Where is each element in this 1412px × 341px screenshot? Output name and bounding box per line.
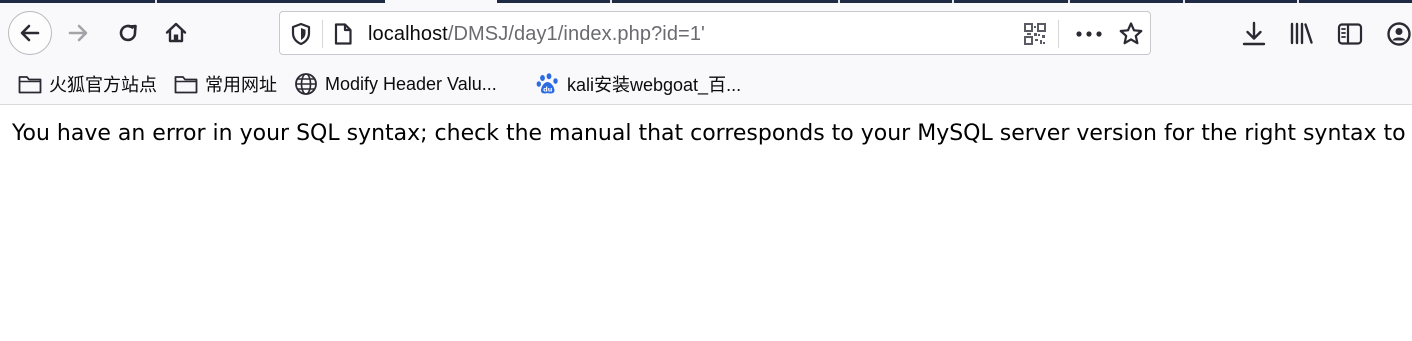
sql-error-message: You have an error in your SQL syntax; ch…	[12, 121, 1412, 146]
reload-icon	[119, 24, 137, 42]
account-icon[interactable]	[1386, 21, 1412, 47]
arrow-right-icon	[68, 24, 88, 42]
url-divider	[1058, 20, 1059, 48]
folder-icon	[174, 76, 198, 94]
home-button[interactable]	[154, 11, 198, 55]
bookmark-star-icon[interactable]	[1118, 21, 1144, 47]
download-icon[interactable]	[1241, 21, 1267, 47]
home-icon	[165, 22, 187, 43]
bookmark-folder-firefox[interactable]: 火狐官方站点	[18, 70, 157, 98]
forward-button[interactable]	[56, 11, 100, 55]
url-divider	[322, 20, 323, 48]
bookmark-label: kali安装webgoat_百...	[567, 75, 742, 95]
bookmark-folder-common[interactable]: 常用网址	[174, 70, 277, 98]
reload-button[interactable]	[106, 11, 150, 55]
url-host: localhost	[368, 23, 448, 45]
url-path: /DMSJ/day1/index.php?id=1'	[447, 23, 705, 45]
library-icon[interactable]	[1289, 21, 1315, 47]
arrow-left-icon	[20, 24, 40, 42]
svg-text:du: du	[543, 86, 553, 94]
url-text[interactable]: localhost/DMSJ/day1/index.php?id=1'	[368, 21, 705, 47]
sidebar-icon[interactable]	[1337, 21, 1363, 47]
baidu-paw-icon: du	[536, 73, 558, 94]
globe-icon	[295, 73, 317, 95]
more-actions-icon[interactable]	[1074, 22, 1104, 46]
tracking-shield-icon[interactable]	[290, 22, 312, 46]
bookmark-modify-header[interactable]: Modify Header Valu...	[294, 70, 497, 98]
qr-code-icon[interactable]	[1024, 23, 1046, 45]
bookmark-label: 火狐官方站点	[49, 75, 157, 95]
navigation-toolbar: localhost/DMSJ/day1/index.php?id=1'	[0, 3, 1412, 63]
bookmark-label: 常用网址	[205, 75, 277, 95]
folder-icon	[18, 76, 42, 94]
back-button[interactable]	[8, 11, 52, 55]
url-bar[interactable]: localhost/DMSJ/day1/index.php?id=1'	[279, 11, 1151, 55]
page-content: You have an error in your SQL syntax; ch…	[0, 106, 1412, 341]
bookmarks-toolbar: 火狐官方站点 常用网址 Modify Header Valu... du kal…	[0, 63, 1412, 105]
bookmark-label: Modify Header Valu...	[325, 73, 497, 94]
page-icon[interactable]	[332, 22, 354, 46]
bookmark-kali-webgoat[interactable]: du kali安装webgoat_百...	[536, 70, 741, 98]
